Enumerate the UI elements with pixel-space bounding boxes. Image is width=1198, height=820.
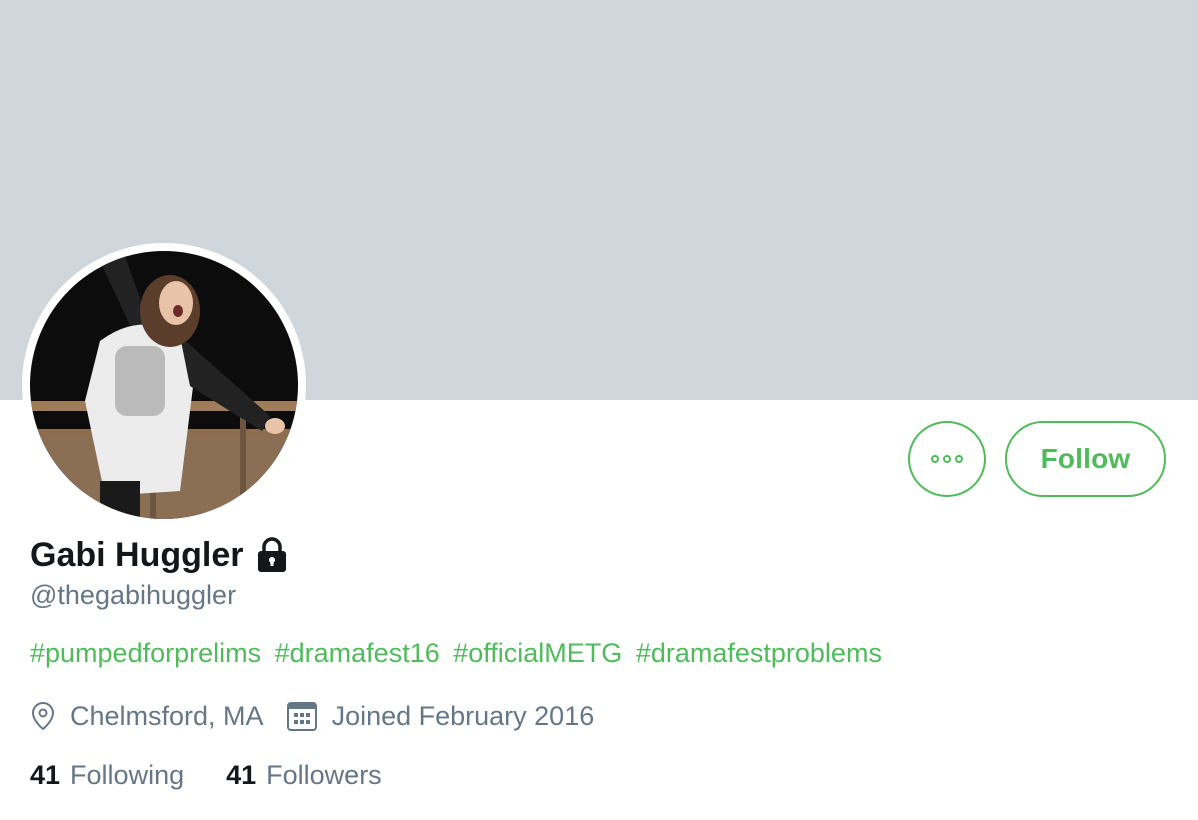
profile-avatar[interactable] [22,243,306,527]
followers-link[interactable]: 41 Followers [226,760,382,791]
following-label: Following [70,759,185,790]
more-options-icon [931,455,963,463]
calendar-icon [286,702,317,731]
followers-count: 41 [226,759,257,790]
lock-icon [253,536,291,574]
followers-label: Followers [266,759,382,790]
join-date-text: Joined February 2016 [331,700,595,731]
location-text: Chelmsford, MA [70,700,264,731]
bio-hashtag-link[interactable]: #pumpedforprelims [30,638,261,668]
display-name: Gabi Huggler [30,535,244,574]
profile-handle: @thegabihuggler [30,580,237,610]
more-options-button[interactable] [908,421,986,497]
profile-bio: #pumpedforprelims #dramafest16 #official… [30,638,888,669]
avatar-photo [30,251,298,519]
bio-hashtag-link[interactable]: #officialMETG [453,638,622,668]
map-pin-icon [31,701,55,731]
profile-location: Chelmsford, MA [30,701,264,732]
profile-name-row: Gabi Huggler [30,532,291,578]
follow-button[interactable]: Follow [1005,421,1166,497]
following-count: 41 [30,759,61,790]
bio-hashtag-link[interactable]: #dramafestproblems [636,638,882,668]
profile-stats: 41 Following 41 Followers [30,755,424,795]
bio-hashtag-link[interactable]: #dramafest16 [275,638,440,668]
profile-meta-row: Chelmsford, MA Joined February 2016 [30,696,616,736]
profile-join-date: Joined February 2016 [286,700,595,732]
following-link[interactable]: 41 Following [30,760,184,791]
